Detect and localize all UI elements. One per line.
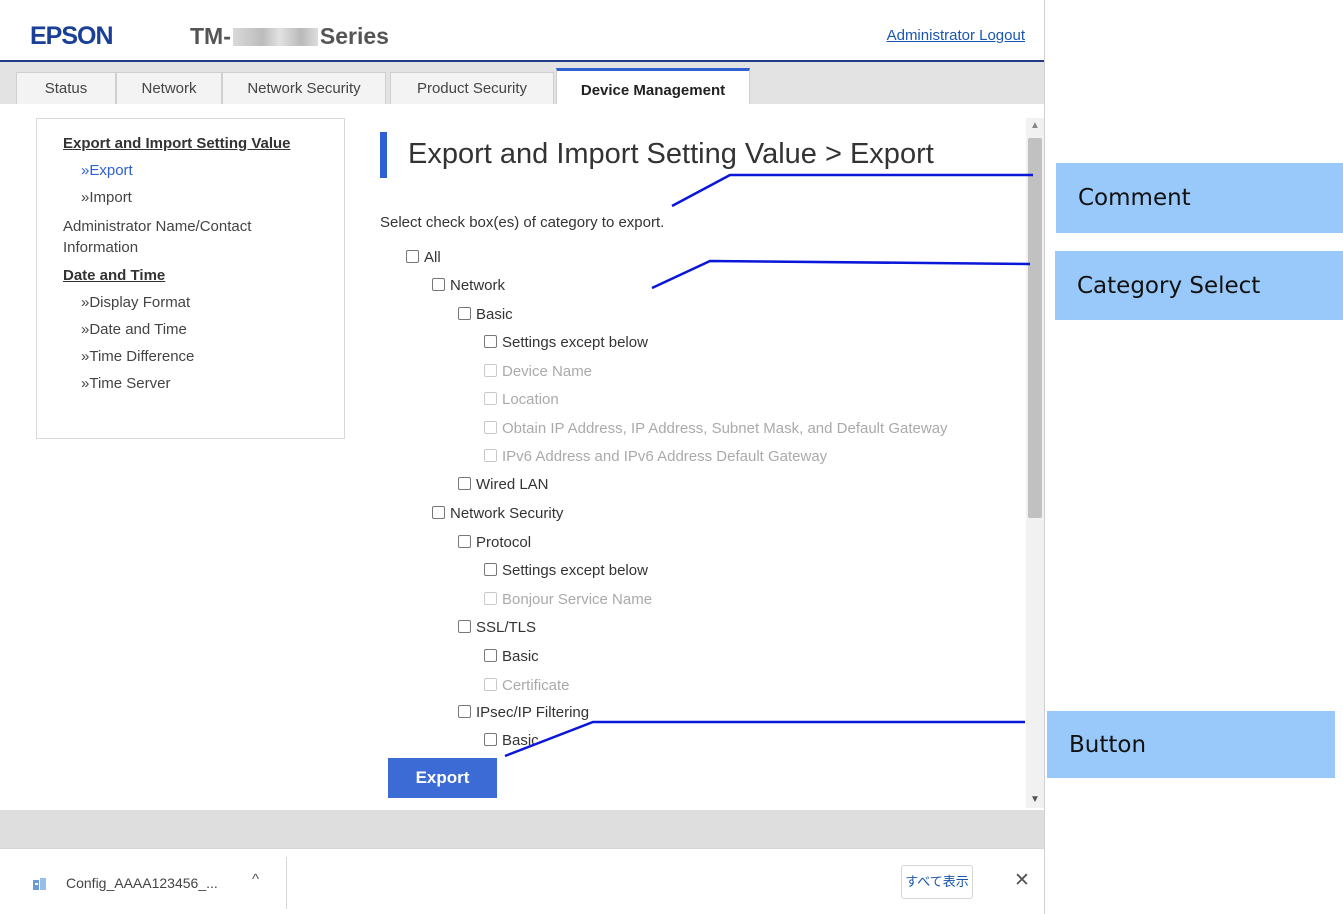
button-leader-line — [504, 720, 1025, 758]
callout-comment: Comment — [1056, 163, 1343, 233]
callout-category-select: Category Select — [1055, 251, 1343, 320]
comment-leader-line — [671, 173, 1033, 208]
callout-button: Button — [1047, 711, 1335, 778]
category-select-leader-line — [651, 259, 1031, 290]
